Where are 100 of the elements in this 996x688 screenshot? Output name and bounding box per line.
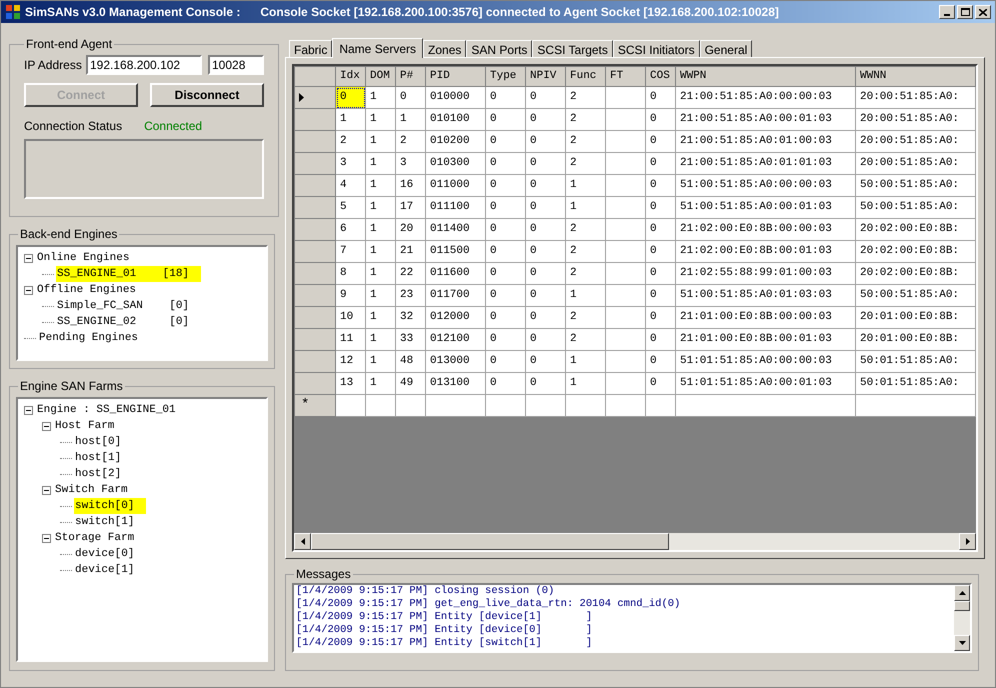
table-cell: 10	[336, 306, 366, 328]
tree-item[interactable]: SS_ENGINE_01 [18]	[56, 266, 202, 282]
table-cell: 20:01:00:E0:8B:	[856, 306, 976, 328]
collapse-toggle-icon[interactable]	[42, 534, 51, 542]
tree-item[interactable]: Online Engines	[36, 250, 130, 266]
horizontal-scrollbar[interactable]	[294, 533, 976, 550]
table-cell: 33	[396, 328, 426, 350]
table-cell: 0	[526, 174, 566, 196]
tab[interactable]: Zones	[423, 40, 466, 57]
tree-item[interactable]: Offline Engines	[36, 282, 138, 298]
tab[interactable]: SCSI Initiators	[612, 40, 700, 57]
tree-item[interactable]: host[2]	[74, 466, 122, 482]
table-cell: 51:01:51:85:A0:00:00:03	[676, 350, 856, 372]
table-cell: 20:02:00:E0:8B:	[856, 240, 976, 262]
table-cell: 0	[486, 372, 526, 394]
right-arrow-icon	[966, 538, 970, 545]
scrollbar-thumb[interactable]	[954, 601, 970, 611]
tree-item[interactable]: Host Farm	[54, 418, 116, 434]
table-cell: 0	[646, 218, 676, 240]
port-field[interactable]: 10028	[208, 55, 264, 75]
column-header[interactable]: P#	[396, 66, 426, 86]
message-line: [1/4/2009 9:15:17 PM] Entity [device[1] ]	[296, 611, 594, 624]
table-cell: 1	[566, 196, 606, 218]
table-cell: 010300	[426, 152, 486, 174]
table-cell: 1	[366, 372, 396, 394]
tree-item[interactable]: host[1]	[74, 450, 122, 466]
table-cell: 0	[646, 196, 676, 218]
tab[interactable]: Name Servers	[332, 38, 424, 58]
scroll-left-button[interactable]	[294, 533, 311, 550]
collapse-toggle-icon[interactable]	[42, 422, 51, 430]
table-cell: 20:00:51:85:A0:	[856, 108, 976, 130]
scroll-up-button[interactable]	[954, 585, 970, 601]
table-cell: 0	[486, 306, 526, 328]
tab[interactable]: Fabric	[289, 40, 332, 57]
table-cell: 0	[526, 328, 566, 350]
table-cell: 20:00:51:85:A0:	[856, 152, 976, 174]
table-cell: 20:01:00:E0:8B:	[856, 328, 976, 350]
close-button[interactable]	[975, 5, 991, 19]
maximize-button[interactable]	[957, 5, 973, 19]
tree-item[interactable]: switch[0]	[74, 498, 146, 514]
collapse-toggle-icon[interactable]	[24, 406, 33, 414]
column-header[interactable]: WWNN	[856, 66, 976, 86]
column-header[interactable]: FT	[606, 66, 646, 86]
collapse-toggle-icon[interactable]	[24, 254, 33, 262]
table-cell: 0	[646, 86, 676, 108]
collapse-toggle-icon[interactable]	[42, 486, 51, 494]
tree-item[interactable]: device[1]	[74, 562, 136, 578]
tree-item[interactable]: Switch Farm	[54, 482, 129, 498]
tab[interactable]: SAN Ports	[466, 40, 532, 57]
scroll-down-button[interactable]	[954, 635, 970, 651]
tab[interactable]: SCSI Targets	[532, 40, 613, 57]
tree-item[interactable]: host[0]	[74, 434, 122, 450]
table-cell	[606, 284, 646, 306]
column-header[interactable]: PID	[426, 66, 486, 86]
disconnect-button[interactable]: Disconnect	[150, 83, 264, 107]
scrollbar-thumb[interactable]	[311, 533, 669, 550]
tree-item[interactable]: Pending Engines	[38, 330, 140, 346]
scroll-right-button[interactable]	[959, 533, 976, 550]
table-cell: 20:02:00:E0:8B:	[856, 262, 976, 284]
table-cell: 21:02:55:88:99:01:00:03	[676, 262, 856, 284]
table-cell	[606, 86, 646, 108]
table-cell: 0	[486, 328, 526, 350]
table-cell: 013000	[426, 350, 486, 372]
table-cell: 0	[526, 152, 566, 174]
table-cell: 2	[566, 108, 606, 130]
row-header[interactable]	[294, 86, 336, 108]
tree-item[interactable]: Simple_FC_SAN [0]	[56, 298, 190, 314]
minimize-button[interactable]	[939, 5, 955, 19]
tree-item[interactable]: Storage Farm	[54, 530, 136, 546]
column-header[interactable]: WWPN	[676, 66, 856, 86]
column-header[interactable]: COS	[646, 66, 676, 86]
tab[interactable]: General	[700, 40, 752, 57]
table-cell: 21	[396, 240, 426, 262]
table-cell: 0	[646, 350, 676, 372]
column-header[interactable]: Func	[566, 66, 606, 86]
tree-item[interactable]: SS_ENGINE_02 [0]	[56, 314, 190, 330]
tree-item[interactable]: Engine : SS_ENGINE_01	[36, 402, 177, 418]
table-cell	[606, 130, 646, 152]
up-arrow-icon	[958, 591, 966, 595]
table-cell: 1	[566, 284, 606, 306]
table-cell: 2	[566, 86, 606, 108]
table-cell: 0	[526, 284, 566, 306]
table-cell	[606, 196, 646, 218]
ip-address-field[interactable]: 192.168.200.102	[86, 55, 202, 75]
vertical-scrollbar[interactable]	[954, 585, 970, 651]
table-cell: 0	[486, 196, 526, 218]
tree-item[interactable]: device[0]	[74, 546, 136, 562]
column-header[interactable]: NPIV	[526, 66, 566, 86]
table-cell: 50:01:51:85:A0:	[856, 350, 976, 372]
table-cell: 50:01:51:85:A0:	[856, 372, 976, 394]
close-icon	[979, 8, 987, 16]
table-cell: 0	[646, 152, 676, 174]
tree-item[interactable]: switch[1]	[74, 514, 136, 530]
column-header[interactable]: Type	[486, 66, 526, 86]
column-header[interactable]: Idx	[336, 66, 366, 86]
table-cell: 0	[486, 130, 526, 152]
table-cell: 0	[526, 108, 566, 130]
table-cell: 21:00:51:85:A0:01:01:03	[676, 152, 856, 174]
collapse-toggle-icon[interactable]	[24, 286, 33, 294]
column-header[interactable]: DOM	[366, 66, 396, 86]
